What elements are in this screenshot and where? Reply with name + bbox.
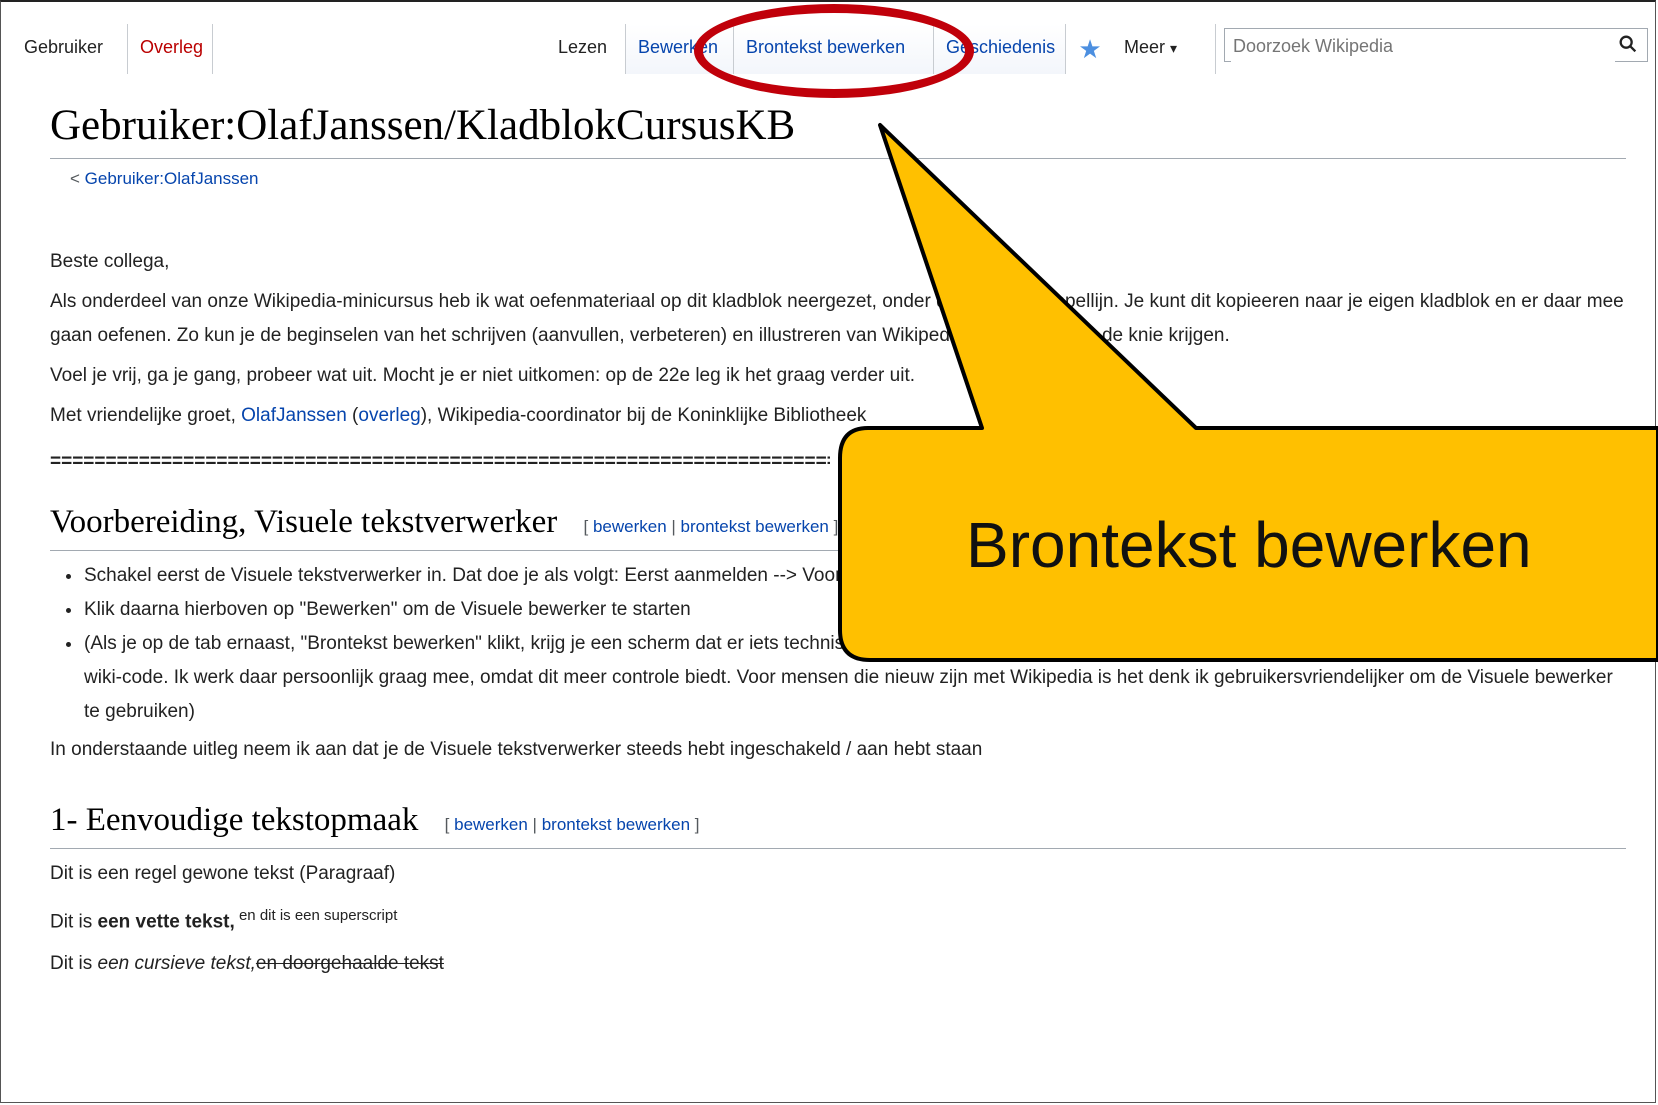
- tab-brontekst-bewerken[interactable]: Brontekst bewerken: [734, 24, 934, 74]
- instruction-list: Schakel eerst de Visuele tekstverwerker …: [50, 559, 1626, 729]
- section-title: 1- Eenvoudige tekstopmaak: [50, 802, 419, 838]
- regards-prefix: Met vriendelijke groet,: [50, 405, 242, 426]
- section-heading-tekstopmaak: 1- Eenvoudige tekstopmaak [ bewerken | b…: [50, 797, 1626, 849]
- greeting: Beste collega,: [50, 251, 170, 272]
- page-title: Gebruiker:OlafJanssen/KladblokCursusKB: [50, 96, 1626, 159]
- edit-bracket-open: [: [444, 815, 455, 834]
- breadcrumb: < Gebruiker:OlafJanssen: [70, 169, 1626, 189]
- tab-bar: Gebruiker Overleg Lezen Bewerken Brontek…: [12, 24, 1658, 74]
- italic-text-line: Dit is een cursieve tekst,en doorgehaald…: [50, 947, 1626, 981]
- bold-line-prefix: Dit is: [50, 911, 98, 933]
- regards-open: (: [346, 405, 359, 426]
- list-item: Klik daarna hierboven op "Bewerken" om d…: [66, 593, 1626, 627]
- watch-star-icon[interactable]: ★: [1075, 34, 1105, 64]
- strikethrough-text: en doorgehaalde tekst: [255, 953, 444, 975]
- breadcrumb-prefix: <: [70, 169, 85, 188]
- separator-line: ========================================…: [50, 451, 830, 472]
- italic-line-prefix: Dit is: [50, 953, 98, 975]
- more-menu-button[interactable]: Meer ▾: [1112, 24, 1216, 74]
- user-link[interactable]: OlafJanssen: [241, 405, 347, 426]
- tab-gebruiker[interactable]: Gebruiker: [12, 24, 128, 74]
- breadcrumb-link[interactable]: Gebruiker:OlafJanssen: [85, 169, 259, 188]
- tab-bewerken[interactable]: Bewerken: [626, 24, 734, 74]
- edit-bracket-close: ]: [690, 815, 700, 834]
- edit-bracket-close: ]: [828, 517, 839, 536]
- edit-pipe: |: [666, 517, 681, 536]
- chevron-down-icon: ▾: [1170, 40, 1178, 56]
- section-edit-links: [ bewerken | brontekst bewerken ]: [583, 517, 838, 536]
- more-menu-label: Meer: [1124, 37, 1166, 57]
- search-box: [1224, 28, 1648, 62]
- edit-pipe: |: [527, 815, 542, 834]
- plain-text-line: Dit is een regel gewone tekst (Paragraaf…: [50, 863, 396, 884]
- section-edit-link[interactable]: bewerken: [593, 517, 667, 536]
- section-edit-link[interactable]: bewerken: [454, 815, 528, 834]
- edit-bracket-open: [: [583, 517, 593, 536]
- superscript-text: en dit is een superscript: [234, 907, 398, 924]
- list-item: (Als je op de tab ernaast, "Brontekst be…: [66, 627, 1626, 729]
- talk-link[interactable]: overleg: [358, 405, 420, 426]
- italic-text: een cursieve tekst,: [97, 953, 256, 975]
- after-bullets-paragraph: In onderstaande uitleg neem ik aan dat j…: [50, 739, 983, 760]
- regards-paragraph: Met vriendelijke groet, OlafJanssen (ove…: [50, 399, 1626, 433]
- regards-suffix: ), Wikipedia-coordinator bij de Koninkli…: [420, 405, 867, 426]
- search-icon[interactable]: [1617, 33, 1639, 55]
- section-title: Voorbereiding, Visuele tekstverwerker: [50, 504, 558, 540]
- free-paragraph: Voel je vrij, ga je gang, probeer wat ui…: [50, 365, 916, 386]
- section-edit-links: [ bewerken | brontekst bewerken ]: [445, 815, 700, 834]
- intro-paragraph: Als onderdeel van onze Wikipedia-minicur…: [50, 291, 1624, 346]
- tab-geschiedenis[interactable]: Geschiedenis: [934, 24, 1066, 74]
- tab-overleg[interactable]: Overleg: [128, 24, 212, 74]
- search-input[interactable]: [1231, 30, 1615, 62]
- section-source-edit-link[interactable]: brontekst bewerken: [542, 815, 690, 834]
- bold-text-line: Dit is een vette tekst, en dit is een su…: [50, 899, 1626, 939]
- tab-lezen[interactable]: Lezen: [546, 24, 626, 74]
- section-source-edit-link[interactable]: brontekst bewerken: [681, 517, 829, 536]
- callout-label: Brontekst bewerken: [966, 509, 1532, 581]
- bold-text: een vette tekst,: [97, 911, 235, 933]
